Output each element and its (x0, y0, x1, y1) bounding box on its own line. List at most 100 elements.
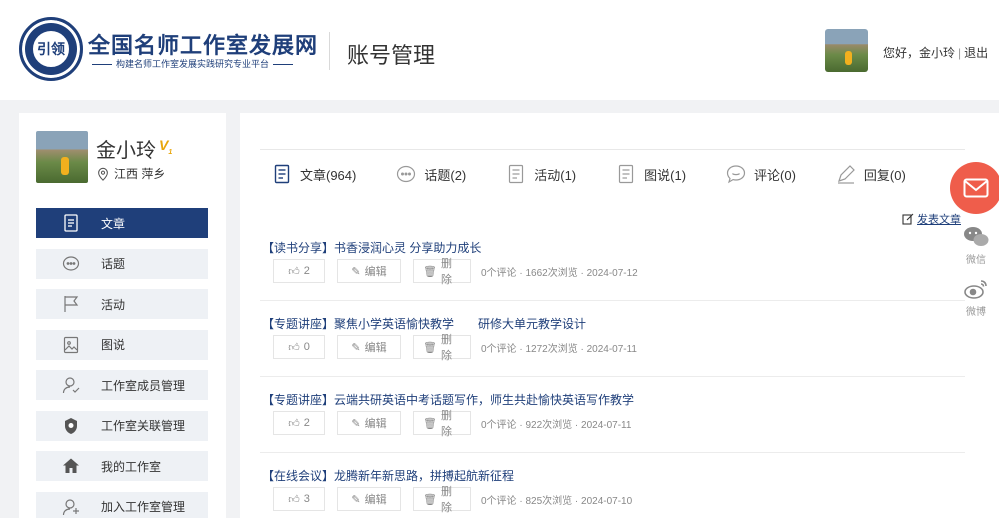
sidebar-item-join-studio[interactable]: 加入工作室管理 (36, 491, 208, 518)
edit-label: 编辑 (364, 342, 387, 354)
sidebar: 金小玲 V1 江西 萍乡 文章 话题 活动 图说 工作室成员管理 工作室关联管理 (19, 113, 226, 518)
image-icon (61, 335, 81, 355)
edit-label: 编辑 (364, 266, 387, 278)
tab-label: 文章(964) (300, 167, 357, 183)
article-icon (61, 213, 81, 233)
article-actions: 👍︎ 3 ✎ 编辑 🗑︎ 删除 0个评论 · 825次浏览 · 2024-07-10 (273, 486, 632, 514)
page-title: 账号管理 (347, 43, 436, 68)
comment-icon (726, 164, 746, 184)
delete-label: 删除 (440, 334, 452, 362)
article-title[interactable]: 【在线会议】龙腾新年新思路，拼搏起航新征程 (262, 467, 514, 484)
tab-comments[interactable]: 评论(0) (726, 164, 796, 184)
trash-icon: 🗑︎ (423, 417, 437, 430)
article-title[interactable]: 【读书分享】书香浸润心灵 分享助力成长 (262, 239, 481, 256)
edit-icon: ✎ (351, 417, 361, 430)
thumbs-up-icon: 👍︎ (288, 417, 300, 430)
like-button[interactable]: 👍︎ 3 (273, 487, 325, 511)
article-meta: 0个评论 · 1662次浏览 · 2024-07-12 (481, 267, 638, 279)
edit-label: 编辑 (364, 418, 387, 430)
brand-subtitle: 构建名师工作室发展实践研究专业平台 (88, 57, 297, 70)
delete-label: 删除 (440, 486, 452, 514)
sidebar-item-pictures[interactable]: 图说 (36, 329, 208, 360)
sidebar-item-label: 加入工作室管理 (101, 500, 186, 514)
article-actions: 👍︎ 0 ✎ 编辑 🗑︎ 删除 0个评论 · 1272次浏览 · 2024-07-11 (273, 334, 637, 362)
profile-location: 江西 萍乡 (96, 165, 165, 182)
edit-button[interactable]: ✎ 编辑 (337, 411, 401, 435)
trash-icon: 🗑︎ (423, 341, 437, 354)
tab-topics[interactable]: 话题(2) (396, 164, 466, 184)
share-weibo-button[interactable]: 微博 (962, 278, 990, 318)
activity-icon (506, 164, 526, 184)
article-row: 【专题讲座】云端共研英语中考话题写作，师生共赴愉快英语写作教学 👍︎ 2 ✎ 编辑 … (260, 377, 965, 453)
sidebar-item-label: 图说 (101, 338, 126, 352)
thumbs-up-icon: 👍︎ (288, 493, 300, 506)
weibo-icon (964, 280, 987, 299)
home-icon (61, 456, 81, 476)
edit-icon (902, 213, 914, 225)
like-button[interactable]: 👍︎ 0 (273, 335, 325, 359)
thumbs-up-icon: 👍︎ (288, 341, 300, 354)
tab-label: 评论(0) (754, 167, 796, 183)
add-member-icon (61, 497, 81, 517)
tab-activities[interactable]: 活动(1) (506, 164, 576, 184)
site-logo[interactable]: 引领 (19, 17, 83, 81)
sidebar-menu: 文章 话题 活动 图说 工作室成员管理 工作室关联管理 我的工作室 加入工作室管… (36, 208, 208, 518)
delete-label: 删除 (440, 258, 452, 286)
edit-button[interactable]: ✎ 编辑 (337, 335, 401, 359)
edit-label: 编辑 (364, 494, 387, 506)
content-tabs: 文章(964) 话题(2) 活动(1) 图说(1) 评论(0) 回复(0) (260, 149, 965, 199)
weibo-label: 微博 (966, 307, 986, 318)
logo-text: 引领 (31, 29, 71, 69)
article-icon (272, 164, 292, 184)
sidebar-item-associations[interactable]: 工作室关联管理 (36, 410, 208, 441)
like-count: 3 (303, 493, 310, 505)
profile-avatar[interactable] (36, 131, 88, 183)
header-divider (329, 32, 330, 70)
mail-icon (963, 178, 989, 198)
greeting-text[interactable]: 您好，金小玲 (883, 46, 955, 60)
location-text: 江西 萍乡 (114, 167, 166, 181)
like-count: 0 (303, 341, 310, 353)
greeting-separator: | (958, 46, 962, 60)
article-actions: 👍︎ 2 ✎ 编辑 🗑︎ 删除 0个评论 · 1662次浏览 · 2024-07-12 (273, 258, 638, 286)
article-title[interactable]: 【专题讲座】云端共研英语中考话题写作，师生共赴愉快英语写作教学 (262, 391, 634, 408)
delete-label: 删除 (440, 410, 452, 438)
sidebar-item-my-studio[interactable]: 我的工作室 (36, 451, 208, 481)
delete-button[interactable]: 🗑︎ 删除 (413, 258, 471, 286)
location-pin-icon (98, 167, 108, 181)
edit-icon: ✎ (351, 341, 361, 354)
like-count: 2 (303, 265, 310, 277)
sidebar-item-label: 文章 (101, 216, 126, 231)
tab-picture-stories[interactable]: 图说(1) (616, 164, 686, 184)
brand-title[interactable]: 全国名师工作室发展网 (88, 28, 318, 60)
vip-badge-text: V (159, 137, 169, 153)
sidebar-item-label: 我的工作室 (101, 459, 162, 474)
sidebar-item-activities[interactable]: 活动 (36, 289, 208, 319)
like-button[interactable]: 👍︎ 2 (273, 411, 325, 435)
edit-icon: ✎ (351, 265, 361, 278)
contact-mail-button[interactable] (950, 162, 999, 214)
logout-link[interactable]: 退出 (964, 46, 988, 60)
trash-icon: 🗑︎ (423, 493, 437, 506)
vip-badge: V1 (159, 137, 173, 156)
wechat-icon (964, 227, 989, 246)
article-row: 【读书分享】书香浸润心灵 分享助力成长 👍︎ 2 ✎ 编辑 🗑︎ 删除 0个评论 · … (260, 225, 965, 301)
like-button[interactable]: 👍︎ 2 (273, 259, 325, 283)
edit-button[interactable]: ✎ 编辑 (337, 487, 401, 511)
edit-button[interactable]: ✎ 编辑 (337, 259, 401, 283)
delete-button[interactable]: 🗑︎ 删除 (413, 410, 471, 438)
tab-replies[interactable]: 回复(0) (836, 164, 906, 184)
share-wechat-button[interactable]: 微信 (962, 226, 990, 266)
delete-button[interactable]: 🗑︎ 删除 (413, 334, 471, 362)
sidebar-item-members[interactable]: 工作室成员管理 (36, 370, 208, 400)
tab-label: 活动(1) (534, 167, 577, 183)
sidebar-item-topics[interactable]: 话题 (36, 248, 208, 279)
main-content: 文章(964) 话题(2) 活动(1) 图说(1) 评论(0) 回复(0) 发表… (240, 113, 999, 518)
header-avatar[interactable] (825, 29, 868, 72)
article-title[interactable]: 【专题讲座】聚焦小学英语愉快教学 研修大单元教学设计 (262, 315, 586, 332)
sidebar-item-articles[interactable]: 文章 (36, 208, 208, 238)
tab-label: 图说(1) (644, 167, 687, 183)
chat-bubble-icon (61, 254, 81, 274)
tab-articles[interactable]: 文章(964) (272, 164, 356, 184)
delete-button[interactable]: 🗑︎ 删除 (413, 486, 471, 514)
